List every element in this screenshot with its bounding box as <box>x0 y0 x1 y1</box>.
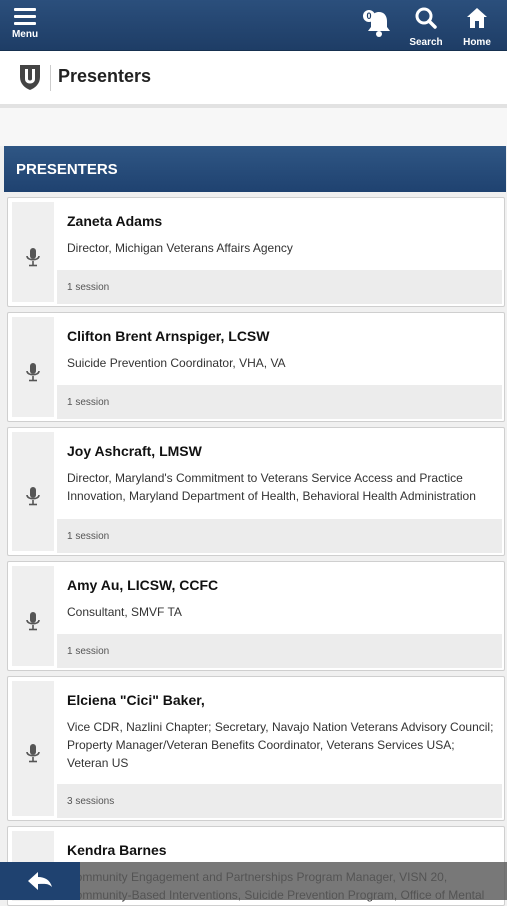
presenter-icon-panel <box>12 432 54 551</box>
home-button[interactable]: Home <box>458 6 496 48</box>
search-icon <box>415 7 437 29</box>
presenter-role: Consultant, SMVF TA <box>67 605 182 619</box>
content-spacer <box>0 108 507 146</box>
presenter-name: Amy Au, LICSW, CCFC <box>67 577 219 593</box>
presenter-name: Joy Ashcraft, LMSW <box>67 443 202 459</box>
presenter-session-count: 1 session <box>57 634 502 668</box>
presenter-role: Suicide Prevention Coordinator, VHA, VA <box>67 356 286 370</box>
presenter-name: Elciena "Cici" Baker, <box>67 692 205 708</box>
notification-count-badge: 0 <box>363 10 375 22</box>
presenter-session-count: 1 session <box>57 519 502 553</box>
presenter-role: Director, Michigan Veterans Affairs Agen… <box>67 241 293 255</box>
presenter-card[interactable]: Clifton Brent Arnspiger, LCSW Suicide Pr… <box>7 312 505 422</box>
presenter-role: Vice CDR, Nazlini Chapter; Secretary, Na… <box>67 720 494 770</box>
app-logo-icon <box>20 65 40 90</box>
microphone-icon <box>26 744 40 763</box>
presenter-icon-panel <box>12 681 54 816</box>
search-button[interactable]: Search <box>406 6 446 48</box>
menu-label: Menu <box>11 29 39 40</box>
home-label: Home <box>463 37 491 48</box>
top-navigation-bar: Menu 0 Search Home <box>0 0 507 51</box>
microphone-icon <box>26 248 40 267</box>
presenter-name: Zaneta Adams <box>67 213 163 229</box>
page-heading: Presenters <box>0 51 507 105</box>
presenter-icon-panel <box>12 566 54 666</box>
page-title: Presenters <box>58 66 152 86</box>
presenter-icon-panel <box>12 202 54 302</box>
presenter-session-count: 1 session <box>57 270 502 304</box>
presenter-card[interactable]: Joy Ashcraft, LMSW Director, Maryland's … <box>7 427 505 556</box>
notifications-button[interactable]: 0 <box>360 6 394 40</box>
hamburger-icon <box>14 8 36 25</box>
presenter-name: Clifton Brent Arnspiger, LCSW <box>67 328 270 344</box>
presenter-icon-panel <box>12 317 54 417</box>
presenter-card[interactable]: Zaneta Adams Director, Michigan Veterans… <box>7 197 505 307</box>
microphone-icon <box>26 363 40 382</box>
back-arrow-icon <box>28 872 52 890</box>
presenter-name: Kendra Barnes <box>67 842 167 858</box>
presenter-card[interactable]: Elciena "Cici" Baker, Vice CDR, Nazlini … <box>7 676 505 821</box>
microphone-icon <box>26 487 40 506</box>
bottom-bar <box>0 862 507 900</box>
presenter-session-count: 1 session <box>57 385 502 419</box>
presenters-section-header: PRESENTERS <box>4 146 506 192</box>
heading-divider <box>50 65 51 91</box>
back-button[interactable] <box>0 862 80 900</box>
presenter-role: Director, Maryland's Commitment to Veter… <box>67 471 476 503</box>
home-icon <box>467 8 487 28</box>
search-label: Search <box>409 37 443 48</box>
presenter-card[interactable]: Amy Au, LICSW, CCFC Consultant, SMVF TA … <box>7 561 505 671</box>
menu-button[interactable]: Menu <box>10 6 40 40</box>
microphone-icon <box>26 612 40 631</box>
presenter-session-count: 3 sessions <box>57 784 502 818</box>
